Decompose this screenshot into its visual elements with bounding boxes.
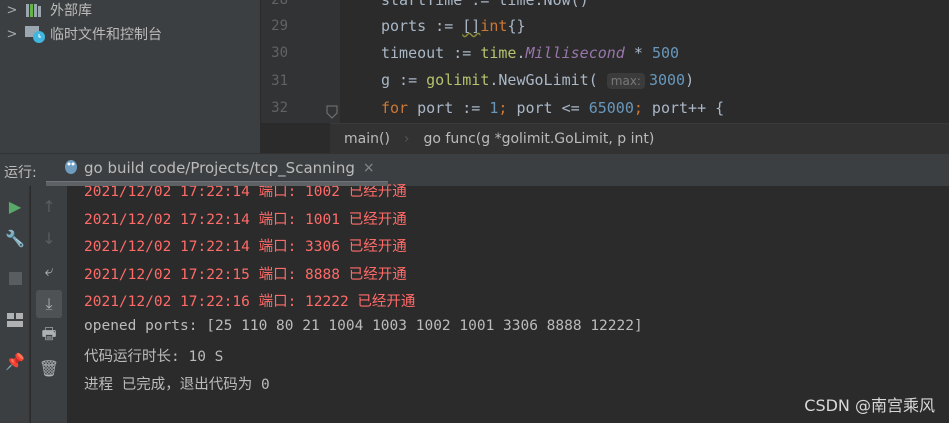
console-line: opened ports: [25 110 80 21 1004 1003 10… xyxy=(84,318,643,334)
code-line: for port := 1; port <= 65000; port++ { xyxy=(381,99,725,117)
console-line: 进程 已完成，退出代码为 0 xyxy=(84,377,270,393)
line-number: 30 xyxy=(271,45,288,61)
run-tab-label: go build code/Projects/tcp_Scanning xyxy=(84,159,355,177)
wrench-icon[interactable]: 🔧 xyxy=(2,226,28,250)
line-number: 31 xyxy=(271,73,288,89)
trash-icon[interactable]: 🗑 xyxy=(36,356,62,380)
tree-item-label: 外部库 xyxy=(50,3,92,19)
scrollbar[interactable] xyxy=(46,182,388,186)
library-icon xyxy=(24,1,46,19)
watermark: CSDN @南宫乘风 xyxy=(804,396,935,415)
breadcrumb-item[interactable]: go func(g *golimit.GoLimit, p int) xyxy=(410,131,669,147)
layout-icon[interactable] xyxy=(2,308,28,332)
breadcrumb: main() › go func(g *golimit.GoLimit, p in… xyxy=(330,123,949,153)
print-icon[interactable]: 🖶 xyxy=(36,324,62,348)
line-number: 32 xyxy=(271,100,288,116)
chevron-right-icon[interactable]: > xyxy=(2,27,22,42)
tree-item-label: 临时文件和控制台 xyxy=(50,27,162,43)
chevron-right-icon[interactable]: > xyxy=(2,3,22,18)
console-toolbar: ↑ ↓ ⤶ ⤓ 🖶 🗑 xyxy=(31,186,67,423)
code-line: g := golimit.NewGoLimit( max: 3000) xyxy=(381,71,695,89)
code-line: ports := []int{} xyxy=(381,17,526,35)
param-hint: max: xyxy=(606,73,645,89)
tree-item-scratches[interactable]: > 临时文件和控制台 xyxy=(0,21,162,47)
console-line: 2021/12/02 17:22:15 端口: 8888 已经开通 xyxy=(84,267,407,283)
console-line: 2021/12/02 17:22:14 端口: 3306 已经开通 xyxy=(84,239,407,255)
close-icon[interactable]: × xyxy=(363,160,375,176)
breadcrumb-item[interactable]: main() xyxy=(330,131,404,147)
code-line: timeout := time.Millisecond * 500 xyxy=(381,44,680,62)
run-toolbar: ▶ 🔧 📌 xyxy=(0,186,30,423)
console-line: 2021/12/02 17:22:14 端口: 1001 已经开通 xyxy=(84,212,407,228)
pin-icon[interactable]: 📌 xyxy=(2,349,28,373)
code-line: startTime := time.Now() xyxy=(381,0,589,9)
scroll-to-end-icon[interactable]: ⤓ xyxy=(36,290,62,318)
stop-icon[interactable] xyxy=(2,266,28,290)
line-number: 28 xyxy=(271,0,288,8)
line-number: 29 xyxy=(271,18,288,34)
arrow-down-icon[interactable]: ↓ xyxy=(36,226,62,250)
tree-item-external-libraries[interactable]: > 外部库 xyxy=(0,0,92,23)
console-line: 代码运行时长: 10 S xyxy=(84,349,224,365)
console-line: 2021/12/02 17:22:16 端口: 12222 已经开通 xyxy=(84,294,416,310)
run-label: 运行: xyxy=(4,165,37,181)
rerun-icon[interactable]: ▶ xyxy=(2,194,28,218)
scratches-icon xyxy=(24,25,46,43)
arrow-up-icon[interactable]: ↑ xyxy=(36,194,62,218)
soft-wrap-icon[interactable]: ⤶ xyxy=(36,259,62,283)
fold-marker-icon[interactable] xyxy=(326,104,338,123)
gopher-icon xyxy=(64,157,78,179)
